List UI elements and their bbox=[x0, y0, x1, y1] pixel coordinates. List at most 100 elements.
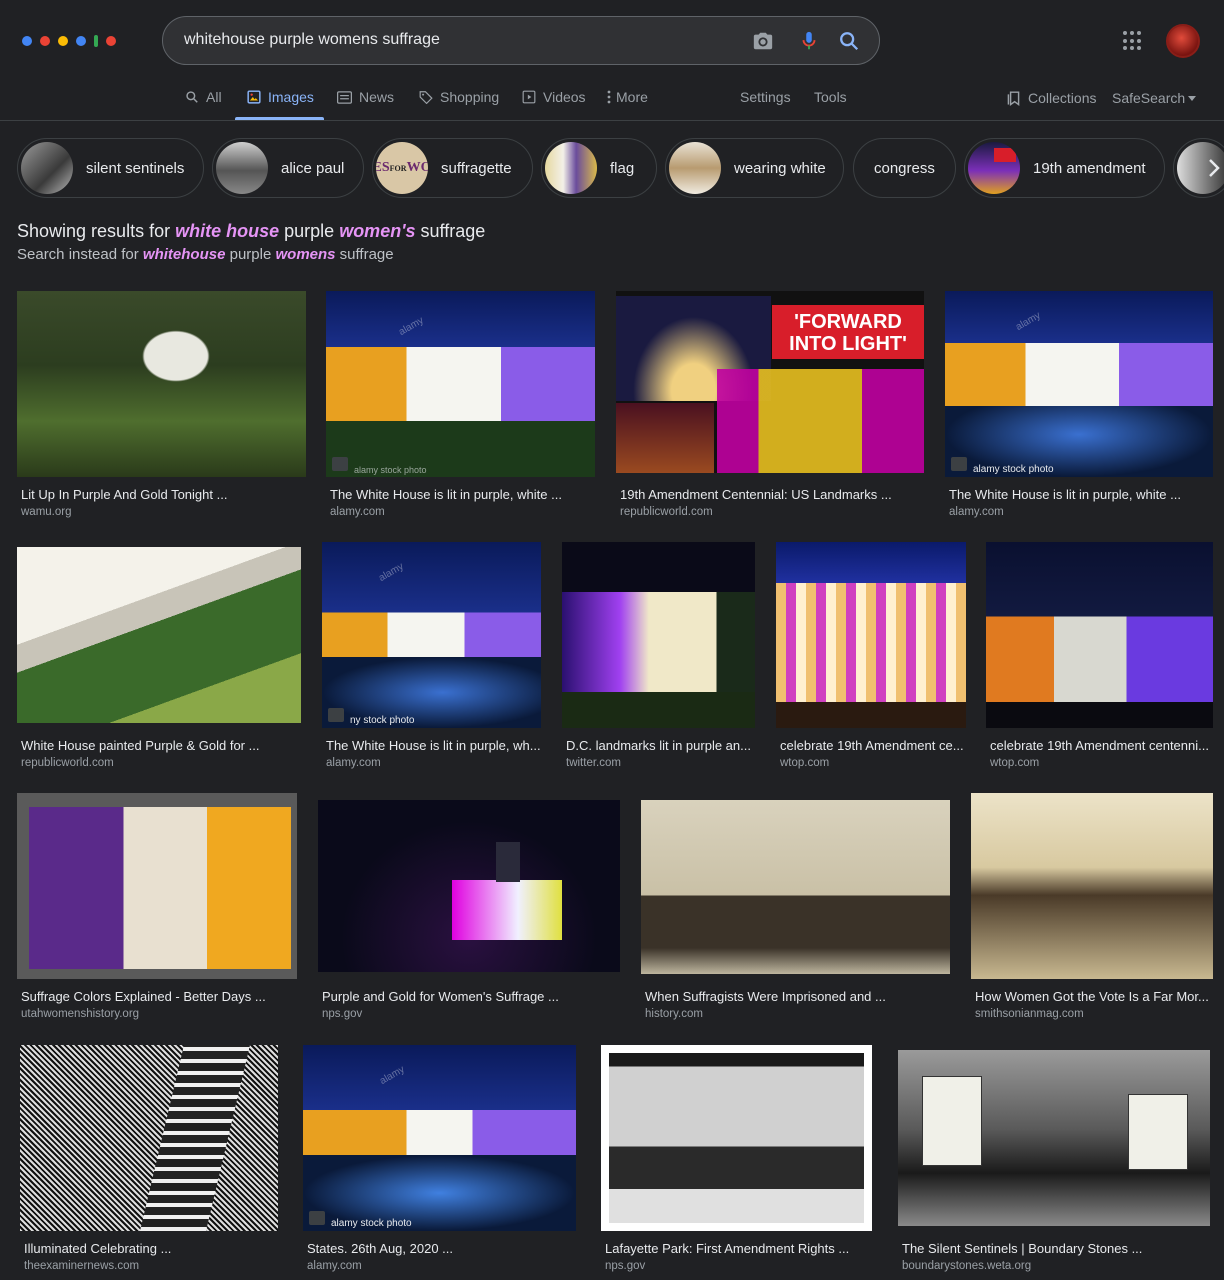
image-result[interactable]: alamy alamy stock photo The White House … bbox=[945, 291, 1213, 521]
tab-all[interactable]: All bbox=[184, 89, 222, 105]
chip-suffragette[interactable]: ES FOR WO suffragette bbox=[372, 138, 533, 198]
image-result[interactable]: D.C. landmarks lit in purple an... twitt… bbox=[562, 542, 755, 772]
image-result[interactable]: The Silent Sentinels | Boundary Stones .… bbox=[898, 1050, 1210, 1275]
image-result[interactable]: celebrate 19th Amendment ce... wtop.com bbox=[776, 542, 966, 772]
image-result[interactable]: White House painted Purple & Gold for ..… bbox=[17, 547, 301, 772]
chip-congress[interactable]: congress bbox=[853, 138, 956, 198]
result-image[interactable]: alamy alamy stock photo bbox=[326, 291, 595, 477]
more-vert-icon bbox=[606, 90, 612, 105]
result-title[interactable]: The White House is lit in purple, wh... bbox=[326, 738, 541, 753]
result-title[interactable]: When Suffragists Were Imprisoned and ... bbox=[645, 989, 950, 1004]
avatar[interactable] bbox=[1166, 24, 1200, 58]
original-term-link[interactable]: whitehouse bbox=[143, 246, 226, 263]
result-title[interactable]: White House painted Purple & Gold for ..… bbox=[21, 738, 301, 753]
search-box[interactable]: whitehouse purple womens suffrage bbox=[162, 16, 880, 65]
apps-icon[interactable] bbox=[1123, 31, 1143, 51]
result-title[interactable]: Illuminated Celebrating ... bbox=[24, 1241, 278, 1256]
stock-label: alamy stock photo bbox=[331, 1218, 412, 1229]
image-badge-icon bbox=[951, 457, 967, 471]
result-title[interactable]: The Silent Sentinels | Boundary Stones .… bbox=[902, 1241, 1210, 1256]
tab-label: All bbox=[206, 89, 222, 105]
result-title[interactable]: Purple and Gold for Women's Suffrage ... bbox=[322, 989, 620, 1004]
tab-shopping[interactable]: Shopping bbox=[418, 89, 499, 105]
headline-overlay: 'FORWARD INTO LIGHT' bbox=[772, 305, 924, 359]
result-title[interactable]: Suffrage Colors Explained - Better Days … bbox=[21, 989, 297, 1004]
result-image[interactable] bbox=[986, 542, 1213, 728]
tab-videos[interactable]: Videos bbox=[521, 89, 586, 105]
watermark: alamy bbox=[377, 561, 406, 584]
tab-images[interactable]: Images bbox=[246, 89, 314, 105]
tab-more[interactable]: More bbox=[606, 89, 648, 105]
camera-icon[interactable] bbox=[751, 29, 775, 53]
chevron-right-icon[interactable] bbox=[1208, 158, 1224, 178]
result-image[interactable]: alamy ny stock photo bbox=[322, 542, 541, 728]
result-title[interactable]: D.C. landmarks lit in purple an... bbox=[566, 738, 755, 753]
result-image[interactable] bbox=[898, 1050, 1210, 1226]
search-input[interactable]: whitehouse purple womens suffrage bbox=[184, 31, 440, 49]
watermark: alamy bbox=[397, 315, 426, 338]
result-image[interactable] bbox=[641, 800, 950, 974]
image-result[interactable]: alamy ny stock photo The White House is … bbox=[322, 542, 541, 772]
result-image[interactable] bbox=[776, 542, 966, 728]
result-title[interactable]: How Women Got the Vote Is a Far Mor... bbox=[975, 989, 1213, 1004]
result-title[interactable]: Lit Up In Purple And Gold Tonight ... bbox=[21, 487, 305, 502]
image-result[interactable]: celebrate 19th Amendment centenni... wto… bbox=[986, 542, 1213, 772]
image-result[interactable]: How Women Got the Vote Is a Far Mor... s… bbox=[971, 793, 1213, 1023]
result-image[interactable] bbox=[562, 542, 755, 728]
result-image[interactable] bbox=[971, 793, 1213, 979]
result-title[interactable]: 19th Amendment Centennial: US Landmarks … bbox=[620, 487, 920, 502]
image-result[interactable]: Illuminated Celebrating ... theexaminern… bbox=[20, 1045, 278, 1275]
instead-prefix: Search instead for bbox=[17, 246, 139, 263]
search-instead[interactable]: Search instead for whitehouse purple wom… bbox=[17, 246, 394, 263]
image-result[interactable]: Suffrage Colors Explained - Better Days … bbox=[17, 793, 297, 1023]
image-result[interactable]: Lafayette Park: First Amendment Rights .… bbox=[601, 1045, 872, 1275]
result-image[interactable] bbox=[20, 1045, 278, 1231]
result-image[interactable] bbox=[17, 291, 306, 477]
corrected-term-link[interactable]: women's bbox=[339, 221, 415, 241]
result-source: boundarystones.weta.org bbox=[902, 1260, 1032, 1272]
showing-results: Showing results for white house purple w… bbox=[17, 221, 485, 242]
result-title[interactable]: celebrate 19th Amendment ce... bbox=[780, 738, 966, 753]
stock-label: alamy stock photo bbox=[354, 465, 427, 475]
instead-term: purple bbox=[229, 246, 272, 263]
tab-label: Images bbox=[268, 89, 314, 105]
result-image[interactable]: 'FORWARD INTO LIGHT' bbox=[616, 291, 924, 473]
image-result[interactable]: Purple and Gold for Women's Suffrage ...… bbox=[318, 800, 620, 1023]
result-title[interactable]: States. 26th Aug, 2020 ... bbox=[307, 1241, 576, 1256]
result-image[interactable] bbox=[318, 800, 620, 972]
image-result[interactable]: alamy alamy stock photo The White House … bbox=[326, 291, 595, 521]
chip-wearing-white[interactable]: wearing white bbox=[665, 138, 844, 198]
result-title[interactable]: celebrate 19th Amendment centenni... bbox=[990, 738, 1213, 753]
result-source: nps.gov bbox=[605, 1260, 646, 1272]
tab-tools[interactable]: Tools bbox=[814, 89, 847, 105]
active-tab-indicator bbox=[235, 117, 324, 120]
image-result[interactable]: 'FORWARD INTO LIGHT' 19th Amendment Cent… bbox=[616, 291, 924, 521]
chip-label: silent sentinels bbox=[86, 159, 185, 177]
google-logo[interactable] bbox=[22, 31, 118, 51]
original-term-link[interactable]: womens bbox=[275, 246, 335, 263]
result-image[interactable] bbox=[601, 1045, 872, 1231]
chip-flag[interactable]: flag bbox=[541, 138, 657, 198]
search-icon[interactable] bbox=[837, 29, 861, 53]
result-image[interactable] bbox=[17, 547, 301, 723]
tab-news[interactable]: News bbox=[337, 89, 394, 105]
chip-19th-amendment[interactable]: 19th amendment bbox=[964, 138, 1165, 198]
safesearch-link[interactable]: SafeSearch bbox=[1112, 90, 1197, 106]
image-result[interactable]: When Suffragists Were Imprisoned and ...… bbox=[641, 800, 950, 1023]
collections-link[interactable]: Collections bbox=[1006, 90, 1096, 106]
result-image[interactable]: alamy alamy stock photo bbox=[945, 291, 1213, 477]
result-image[interactable]: alamy alamy stock photo bbox=[303, 1045, 576, 1231]
chip-silent-sentinels[interactable]: silent sentinels bbox=[17, 138, 204, 198]
corrected-term-link[interactable]: white house bbox=[175, 221, 279, 241]
image-result[interactable]: Lit Up In Purple And Gold Tonight ... wa… bbox=[17, 291, 306, 521]
result-title[interactable]: The White House is lit in purple, white … bbox=[330, 487, 594, 502]
microphone-icon[interactable] bbox=[797, 29, 821, 53]
result-title[interactable]: The White House is lit in purple, white … bbox=[949, 487, 1212, 502]
result-image[interactable] bbox=[17, 793, 297, 979]
tab-settings[interactable]: Settings bbox=[740, 89, 791, 105]
image-result[interactable]: alamy alamy stock photo States. 26th Aug… bbox=[303, 1045, 576, 1275]
chip-alice-paul[interactable]: alice paul bbox=[212, 138, 364, 198]
tab-label: Shopping bbox=[440, 89, 500, 105]
result-title[interactable]: Lafayette Park: First Amendment Rights .… bbox=[605, 1241, 872, 1256]
result-source: alamy.com bbox=[307, 1260, 362, 1272]
